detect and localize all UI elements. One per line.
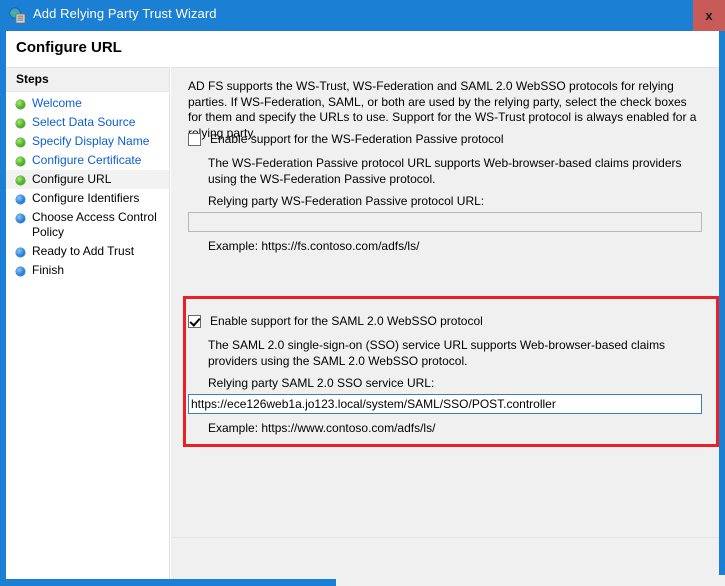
step-label: Welcome bbox=[32, 96, 82, 110]
title-bar: Add Relying Party Trust Wizard x bbox=[0, 0, 725, 31]
content-pane: AD FS supports the WS-Trust, WS-Federati… bbox=[171, 67, 725, 586]
saml-checkbox-row[interactable]: Enable support for the SAML 2.0 WebSSO p… bbox=[188, 314, 483, 329]
step-label: Specify Display Name bbox=[32, 134, 150, 148]
wsfed-description: The WS-Federation Passive protocol URL s… bbox=[208, 156, 682, 186]
saml-checkbox[interactable] bbox=[188, 315, 201, 328]
wsfed-example: Example: https://fs.contoso.com/adfs/ls/ bbox=[208, 239, 420, 253]
saml-url-label: Relying party SAML 2.0 SSO service URL: bbox=[208, 376, 435, 390]
step-bullet-icon bbox=[16, 248, 25, 257]
wizard-window: Add Relying Party Trust Wizard x Configu… bbox=[0, 0, 725, 586]
steps-header: Steps bbox=[6, 68, 169, 92]
step-label: Ready to Add Trust bbox=[32, 244, 135, 258]
steps-sidebar: Steps Welcome Select Data Source Specify… bbox=[6, 67, 170, 579]
sidebar-item-specify-display-name[interactable]: Specify Display Name bbox=[6, 132, 169, 151]
sidebar-item-configure-identifiers[interactable]: Configure Identifiers bbox=[6, 189, 169, 208]
sidebar-item-select-data-source[interactable]: Select Data Source bbox=[6, 113, 169, 132]
page-header: Configure URL bbox=[6, 31, 719, 63]
sidebar-item-ready-to-add-trust[interactable]: Ready to Add Trust bbox=[6, 242, 169, 261]
step-label: Configure Identifiers bbox=[32, 191, 140, 205]
saml-checkbox-label: Enable support for the SAML 2.0 WebSSO p… bbox=[210, 314, 483, 328]
step-bullet-icon bbox=[16, 176, 25, 185]
wsfed-url-label: Relying party WS-Federation Passive prot… bbox=[208, 194, 485, 208]
content-body: AD FS supports the WS-Trust, WS-Federati… bbox=[171, 68, 719, 538]
step-bullet-icon bbox=[16, 100, 25, 109]
steps-list: Welcome Select Data Source Specify Displ… bbox=[6, 94, 169, 280]
sidebar-item-finish[interactable]: Finish bbox=[6, 261, 169, 280]
step-label: Select Data Source bbox=[32, 115, 136, 129]
saml-url-input[interactable] bbox=[188, 394, 702, 414]
sidebar-item-choose-access-control-policy[interactable]: Choose Access Control Policy bbox=[6, 208, 169, 242]
sidebar-item-welcome[interactable]: Welcome bbox=[6, 94, 169, 113]
client-area: Configure URL Steps Welcome Select Data … bbox=[6, 31, 725, 586]
step-bullet-icon bbox=[16, 119, 25, 128]
wsfed-checkbox-label: Enable support for the WS-Federation Pas… bbox=[210, 132, 504, 146]
step-bullet-icon bbox=[16, 214, 25, 223]
step-bullet-icon bbox=[16, 267, 25, 276]
step-bullet-icon bbox=[16, 157, 25, 166]
steps-header-label: Steps bbox=[16, 72, 49, 86]
page-title: Configure URL bbox=[16, 39, 122, 56]
wsfed-checkbox[interactable] bbox=[188, 133, 201, 146]
saml-example: Example: https://www.contoso.com/adfs/ls… bbox=[208, 421, 436, 435]
saml-description: The SAML 2.0 single-sign-on (SSO) servic… bbox=[208, 338, 666, 368]
step-label: Choose Access Control Policy bbox=[32, 210, 157, 239]
adfs-wizard-icon bbox=[9, 7, 26, 24]
close-button[interactable]: x bbox=[693, 0, 725, 31]
step-label: Finish bbox=[32, 263, 65, 277]
step-bullet-icon bbox=[16, 138, 25, 147]
wsfed-checkbox-row[interactable]: Enable support for the WS-Federation Pas… bbox=[188, 132, 503, 147]
step-label: Configure URL bbox=[32, 172, 112, 186]
step-bullet-icon bbox=[16, 195, 25, 204]
wsfed-url-input[interactable] bbox=[188, 212, 702, 232]
step-label: Configure Certificate bbox=[32, 153, 142, 167]
sidebar-item-configure-url[interactable]: Configure URL bbox=[6, 170, 169, 189]
footer-bar: < Previous Next > Cancel bbox=[336, 575, 725, 586]
window-title: Add Relying Party Trust Wizard bbox=[33, 6, 217, 21]
sidebar-item-configure-certificate[interactable]: Configure Certificate bbox=[6, 151, 169, 170]
